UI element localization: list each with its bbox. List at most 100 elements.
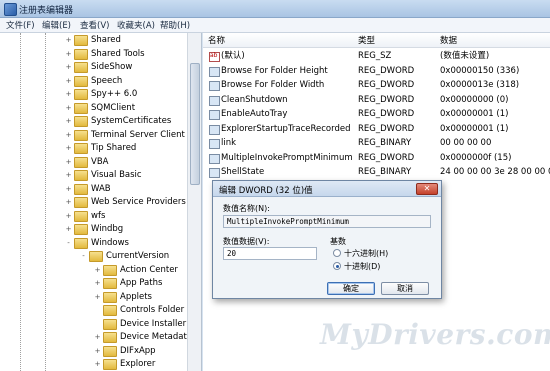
expand-icon[interactable]: +: [65, 183, 72, 196]
value-type: REG_DWORD: [358, 152, 415, 163]
expand-icon[interactable]: +: [65, 115, 72, 128]
column-header-data[interactable]: 数据: [440, 34, 457, 46]
tree-item-label: Spy++ 6.0: [91, 89, 138, 99]
value-type: REG_DWORD: [358, 94, 415, 105]
expand-icon[interactable]: +: [94, 277, 101, 290]
value-row[interactable]: ShellState REG_BINARY 24 00 00 00 3e 28 00…: [203, 165, 550, 179]
tree-item[interactable]: + Web Service Providers: [65, 196, 186, 209]
decimal-radio-label[interactable]: 十进制(D): [344, 261, 380, 272]
tree-item[interactable]: + Explorer: [94, 358, 155, 371]
tree-item[interactable]: + Shared Tools: [65, 48, 145, 61]
collapse-icon[interactable]: -: [80, 250, 87, 263]
tree-item[interactable]: + Visual Basic: [65, 169, 142, 182]
tree-item[interactable]: + Device Metadata: [94, 331, 192, 344]
menu-edit[interactable]: 编辑(E): [42, 19, 71, 31]
tree-item-label: wfs: [91, 210, 106, 221]
expand-icon[interactable]: +: [65, 34, 72, 47]
value-row[interactable]: link REG_BINARY 00 00 00 00: [203, 136, 550, 150]
tree-item[interactable]: - Windows: [65, 237, 129, 250]
value-name: link: [221, 138, 237, 148]
value-row[interactable]: ExplorerStartupTraceRecorded REG_DWORD 0x0…: [203, 122, 550, 136]
expand-icon[interactable]: +: [94, 358, 101, 371]
value-data: 0x00000000 (0): [440, 94, 509, 105]
binary-value-icon: [209, 81, 220, 91]
tree-item[interactable]: Device Installer: [94, 318, 186, 331]
expand-icon[interactable]: +: [65, 223, 72, 236]
tree-item[interactable]: + Applets: [94, 291, 152, 304]
expand-icon[interactable]: +: [65, 129, 72, 142]
tree-item-label: CurrentVersion: [106, 251, 170, 261]
tree-item-label: Terminal Server Client: [91, 129, 185, 140]
expand-icon[interactable]: +: [65, 210, 72, 223]
folder-icon: [74, 35, 88, 46]
tree-item[interactable]: + VBA: [65, 156, 108, 169]
hex-radio[interactable]: [333, 249, 341, 257]
folder-icon: [74, 48, 88, 60]
value-name: MultipleInvokePromptMinimum: [221, 152, 353, 163]
expand-icon[interactable]: +: [65, 48, 72, 61]
tree-item[interactable]: + Action Center: [94, 264, 178, 277]
registry-key-tree[interactable]: + Shared + Shared Tools + SideShow + Speech + Spy…: [0, 33, 202, 371]
value-row[interactable]: (默认) REG_SZ (数值未设置): [203, 49, 550, 63]
expand-icon[interactable]: +: [94, 345, 101, 358]
expand-icon[interactable]: +: [94, 331, 101, 344]
expand-icon[interactable]: +: [65, 88, 72, 101]
value-row[interactable]: Browse For Folder Height REG_DWORD 0x00000…: [203, 64, 550, 78]
expand-icon[interactable]: +: [65, 196, 72, 209]
decimal-radio[interactable]: [333, 262, 341, 270]
menu-favorites[interactable]: 收藏夹(A): [117, 19, 155, 31]
folder-icon: [74, 170, 88, 181]
expand-icon[interactable]: +: [65, 61, 72, 74]
menu-file[interactable]: 文件(F): [6, 19, 35, 31]
tree-item[interactable]: + SideShow: [65, 61, 132, 74]
tree-item[interactable]: + SQMClient: [65, 102, 135, 115]
expand-icon[interactable]: +: [65, 75, 72, 88]
menu-help[interactable]: 帮助(H): [160, 19, 190, 31]
tree-item-label: Web Service Providers: [91, 197, 186, 207]
folder-icon: [74, 143, 88, 154]
tree-item[interactable]: + App Paths: [94, 277, 162, 290]
value-name: Browse For Folder Width: [221, 80, 325, 90]
tree-item[interactable]: + WAB: [65, 183, 111, 196]
folder-icon: [74, 62, 88, 73]
value-data-label: 数值数据(V):: [223, 237, 270, 246]
expand-icon[interactable]: +: [94, 264, 101, 277]
folder-icon: [103, 345, 117, 357]
tree-item[interactable]: Controls Folder: [94, 304, 184, 317]
ok-button[interactable]: 确定: [327, 282, 375, 295]
tree-item[interactable]: - CurrentVersion: [80, 250, 169, 263]
value-row[interactable]: Browse For Folder Width REG_DWORD 0x000001…: [203, 78, 550, 92]
hex-radio-label[interactable]: 十六进制(H): [344, 248, 388, 259]
value-data-input[interactable]: 20: [223, 247, 317, 260]
tree-scrollbar[interactable]: [187, 33, 201, 371]
tree-item[interactable]: + DIFxApp: [94, 345, 156, 358]
tree-item[interactable]: + Shared: [65, 34, 121, 47]
value-row[interactable]: EnableAutoTray REG_DWORD 0x00000001 (1): [203, 107, 550, 121]
tree-item[interactable]: + Tip Shared: [65, 142, 136, 155]
tree-item-label: DIFxApp: [120, 345, 156, 356]
tree-item[interactable]: + wfs: [65, 210, 105, 223]
value-row[interactable]: CleanShutdown REG_DWORD 0x00000000 (0): [203, 93, 550, 107]
cancel-button[interactable]: 取消: [381, 282, 429, 295]
tree-item[interactable]: + Windbg: [65, 223, 123, 236]
value-data: 0x00000150 (336): [440, 65, 520, 76]
folder-icon: [103, 359, 117, 370]
collapse-icon[interactable]: -: [65, 237, 72, 250]
menu-view[interactable]: 查看(V): [80, 19, 109, 31]
tree-item[interactable]: + Terminal Server Client: [65, 129, 185, 142]
tree-item[interactable]: + SystemCertificates: [65, 115, 171, 128]
expand-icon[interactable]: +: [65, 156, 72, 169]
value-row[interactable]: MultipleInvokePromptMinimum REG_DWORD 0x00…: [203, 151, 550, 165]
tree-scrollbar-thumb[interactable]: [190, 63, 200, 185]
expand-icon[interactable]: +: [65, 102, 72, 115]
column-header-name[interactable]: 名称: [208, 34, 225, 46]
tree-item[interactable]: + Spy++ 6.0: [65, 88, 137, 101]
tree-item[interactable]: + Speech: [65, 75, 122, 88]
expand-icon[interactable]: +: [94, 291, 101, 304]
tree-item-label: Visual Basic: [91, 170, 142, 180]
tree-item-label: SystemCertificates: [91, 116, 172, 126]
close-icon[interactable]: ✕: [416, 183, 438, 195]
expand-icon[interactable]: +: [65, 169, 72, 182]
expand-icon[interactable]: +: [65, 142, 72, 155]
column-header-type[interactable]: 类型: [358, 34, 375, 46]
